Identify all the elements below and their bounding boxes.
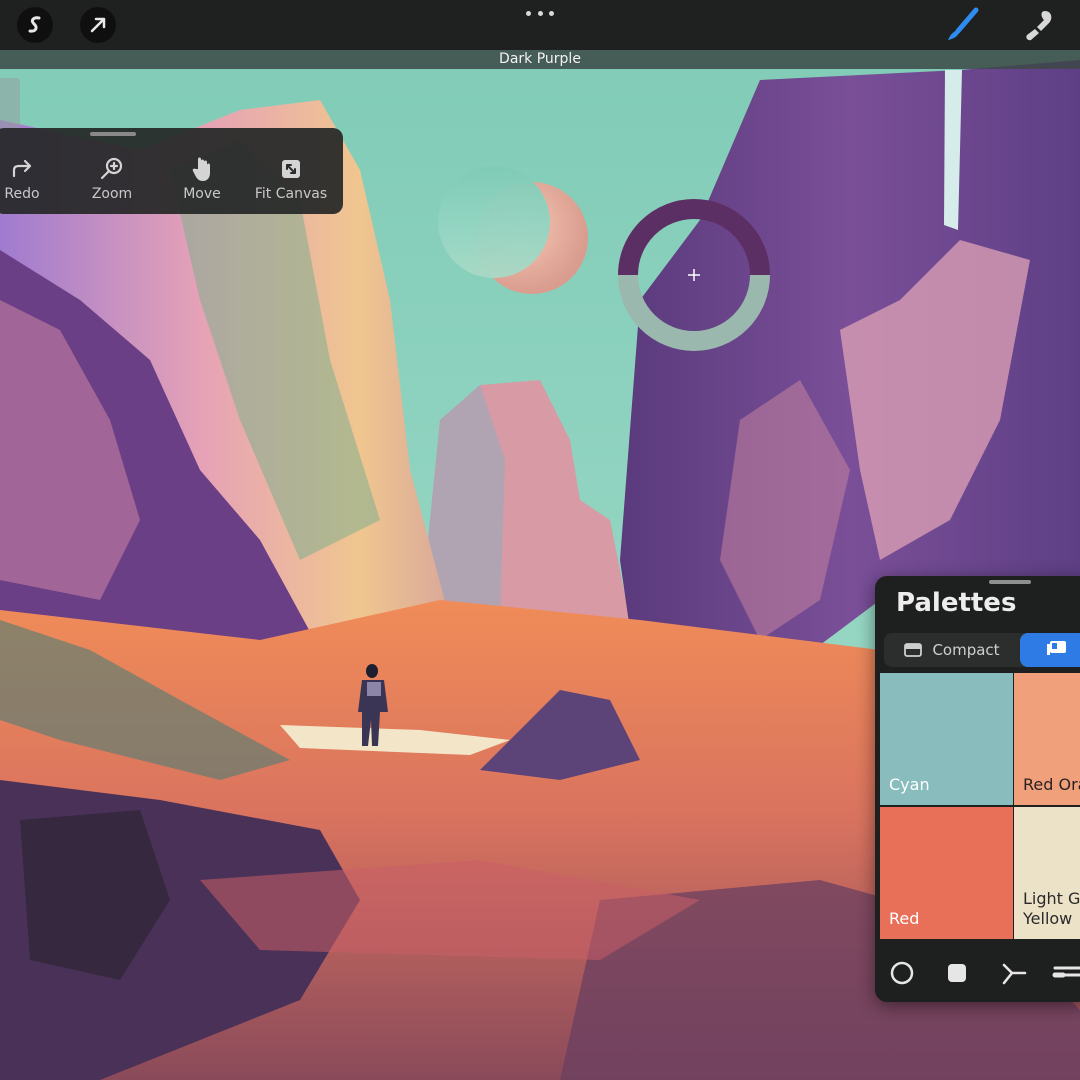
crosshair-icon	[688, 269, 700, 281]
quick-menu-handle[interactable]	[90, 132, 136, 136]
palettes-panel: Palettes Compact Cyan Red Ora Red Light …	[875, 576, 1080, 1002]
hand-icon	[162, 154, 242, 184]
swatch-label-line2: Yellow	[1023, 909, 1073, 928]
move-label: Move	[183, 186, 221, 202]
swatch-label: Red	[889, 909, 920, 928]
more-dots-icon[interactable]	[526, 8, 554, 18]
palette-swatches: Cyan Red Ora Red Light GrYellow	[880, 673, 1080, 939]
tab-compact-label: Compact	[932, 641, 1000, 659]
swatch-label-line1: Light Gr	[1023, 889, 1080, 908]
disc-mode-icon[interactable]	[885, 956, 919, 990]
quick-menu: Redo Zoom Move Fit Canvas	[0, 128, 343, 214]
zoom-label: Zoom	[91, 186, 133, 202]
fit-canvas-icon	[241, 154, 341, 184]
swatch-red[interactable]: Red	[880, 807, 1013, 939]
eyedropper-color-ring	[618, 199, 770, 351]
swatch-label: Light GrYellow	[1023, 889, 1080, 929]
current-color-name: Dark Purple	[0, 50, 1080, 69]
value-sliders-icon[interactable]	[1051, 956, 1080, 990]
swatch-cyan[interactable]: Cyan	[880, 673, 1013, 805]
tab-compact[interactable]: Compact	[884, 633, 1020, 667]
redo-icon	[0, 154, 62, 184]
tab-card[interactable]	[1020, 633, 1080, 667]
smudge-icon[interactable]	[1018, 6, 1058, 44]
square-mode-icon[interactable]	[940, 956, 974, 990]
redo-button[interactable]: Redo	[0, 154, 62, 210]
swatch-red-orange[interactable]: Red Ora	[1014, 673, 1080, 805]
card-view-icon	[1046, 640, 1068, 660]
palette-view-switch: Compact	[884, 633, 1080, 667]
harmony-icon[interactable]	[997, 956, 1031, 990]
swatch-label: Cyan	[889, 775, 930, 794]
sidebar-tab[interactable]	[0, 78, 20, 128]
zoom-button[interactable]: Zoom	[72, 154, 152, 210]
fit-canvas-button[interactable]: Fit Canvas	[241, 154, 341, 210]
palettes-title: Palettes	[896, 588, 1017, 618]
fit-canvas-label: Fit Canvas	[254, 186, 328, 202]
zoom-icon	[72, 154, 152, 184]
compact-view-icon	[904, 643, 923, 657]
actions-icon[interactable]	[17, 7, 53, 43]
color-mode-bar	[875, 948, 1080, 998]
redo-label: Redo	[4, 186, 40, 202]
swatch-label: Red Ora	[1023, 775, 1080, 794]
move-button[interactable]: Move	[162, 154, 242, 210]
swatch-light-green-yellow[interactable]: Light GrYellow	[1014, 807, 1080, 939]
palettes-handle[interactable]	[989, 580, 1031, 584]
transform-arrow-icon[interactable]	[80, 7, 116, 43]
brush-icon[interactable]	[942, 6, 982, 44]
top-toolbar	[0, 0, 1080, 50]
